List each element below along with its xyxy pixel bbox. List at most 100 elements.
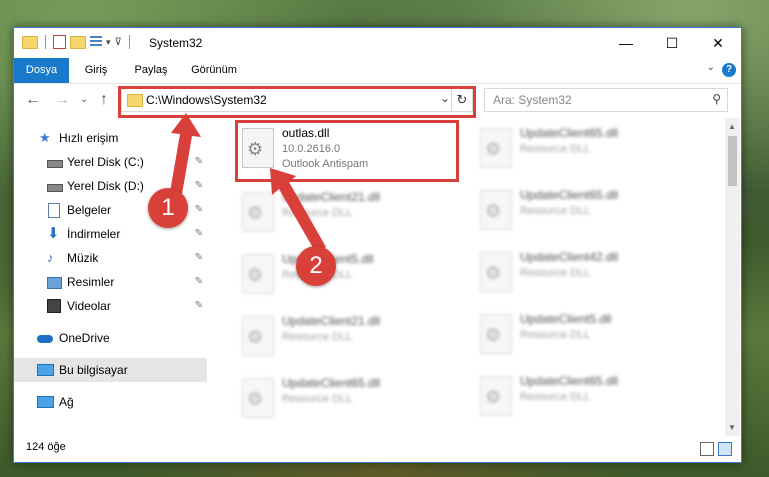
search-icon[interactable]: ⚲	[712, 92, 721, 106]
quick-access-toolbar: ▾ ⊽	[22, 35, 133, 49]
up-button[interactable]: ↑	[100, 91, 108, 109]
sidebar-item-disk-c[interactable]: Yerel Disk (C:) ✎	[14, 150, 207, 174]
file-tile[interactable]: ⚙ UpdateClient21.dll Resource DLL	[232, 184, 462, 244]
minimize-button[interactable]: —	[603, 28, 649, 58]
vertical-scrollbar[interactable]: ▲ ▼	[725, 118, 740, 436]
file-type: Resource DLL	[282, 207, 353, 219]
recent-locations-button[interactable]: ⌄	[80, 94, 88, 105]
sidebar-item-label: İndirmeler	[67, 227, 121, 241]
new-folder-icon[interactable]	[70, 35, 86, 49]
highlight-box-file	[235, 120, 459, 182]
file-type: Resource DLL	[520, 391, 591, 403]
file-tile[interactable]: ⚙ UpdateClient21.dll Resource DLL	[232, 308, 462, 368]
chevron-down-icon[interactable]: ▾	[106, 37, 111, 48]
scrollbar-thumb[interactable]	[728, 136, 737, 186]
toolbar-dropdown-icon[interactable]: ⊽	[115, 37, 122, 48]
sidebar-item-onedrive[interactable]: OneDrive	[14, 326, 207, 350]
file-name: UpdateClient21.dll	[282, 314, 381, 328]
drive-icon	[47, 184, 63, 192]
scroll-up-icon[interactable]: ▲	[728, 122, 736, 131]
sidebar-item-music[interactable]: ♪ Müzik ✎	[14, 246, 207, 270]
forward-button[interactable]: →	[54, 91, 70, 109]
sidebar-item-pictures[interactable]: Resimler ✎	[14, 270, 207, 294]
file-tile[interactable]: ⚙ UpdateClient5.dll Resource DLL	[470, 306, 700, 366]
properties-icon[interactable]	[53, 35, 66, 49]
tab-file[interactable]: Dosya	[14, 58, 69, 83]
dll-file-icon: ⚙	[242, 316, 274, 356]
sidebar-item-quick-access[interactable]: ★ Hızlı erişim	[14, 126, 207, 150]
sidebar-item-downloads[interactable]: ⬇ İndirmeler ✎	[14, 222, 207, 246]
sidebar-item-label: Ağ	[59, 395, 74, 409]
drive-icon	[47, 160, 63, 168]
window-title: System32	[149, 36, 203, 50]
dll-file-icon: ⚙	[480, 314, 512, 354]
pin-icon[interactable]: ✎	[195, 150, 203, 174]
item-count: 124 öğe	[26, 441, 66, 453]
sidebar-item-network[interactable]: Ağ	[14, 390, 207, 414]
file-tile[interactable]: ⚙ UpdateClient42.dll Resource DLL	[470, 244, 700, 304]
status-bar: 124 öğe	[14, 436, 741, 461]
gear-icon: ⚙	[247, 389, 264, 409]
scroll-down-icon[interactable]: ▼	[728, 423, 736, 432]
pin-icon[interactable]: ✎	[195, 294, 203, 318]
sidebar-item-this-pc[interactable]: Bu bilgisayar	[14, 358, 207, 382]
file-name: UpdateClient21.dll	[282, 190, 381, 204]
sidebar-item-label: Resimler	[67, 275, 115, 289]
file-type: Resource DLL	[282, 393, 353, 405]
sidebar-item-label: Videolar	[67, 299, 111, 313]
step-badge-1: 1	[148, 188, 188, 228]
toolbar-divider	[45, 35, 46, 49]
dll-file-icon: ⚙	[242, 378, 274, 418]
pin-icon[interactable]: ✎	[195, 270, 203, 294]
download-icon: ⬇	[47, 225, 60, 242]
file-tile[interactable]: ⚙ UpdateClient5.dll Resource DLL	[232, 246, 462, 306]
title-bar: ▾ ⊽ System32 — ☐ ✕	[14, 28, 741, 58]
maximize-button[interactable]: ☐	[649, 28, 695, 58]
file-name: UpdateClient5.dll	[520, 312, 612, 326]
pin-icon[interactable]: ✎	[195, 246, 203, 270]
videos-icon	[47, 299, 61, 313]
dll-file-icon: ⚙	[242, 192, 274, 232]
file-tile[interactable]: ⚙ UpdateClient65.dll Resource DLL	[470, 368, 700, 428]
file-name: UpdateClient42.dll	[520, 250, 619, 264]
pin-icon[interactable]: ✎	[195, 198, 203, 222]
sidebar-item-videos[interactable]: Videolar ✎	[14, 294, 207, 318]
help-icon[interactable]: ?	[722, 63, 736, 77]
sidebar-item-label: Müzik	[67, 251, 99, 265]
tab-home[interactable]: Giriş	[76, 58, 116, 83]
pictures-icon	[47, 277, 62, 289]
ribbon: Dosya Giriş Paylaş Görünüm ⌄ ?	[14, 58, 741, 84]
file-type: Resource DLL	[520, 143, 591, 155]
documents-icon	[48, 203, 60, 218]
navigation-pane: ★ Hızlı erişim Yerel Disk (C:) ✎ Yerel D…	[14, 118, 207, 436]
gear-icon: ⚙	[485, 387, 502, 407]
back-button[interactable]: ←	[25, 91, 41, 109]
dll-file-icon: ⚙	[480, 252, 512, 292]
sidebar-item-label: Belgeler	[67, 203, 112, 217]
file-name: UpdateClient65.dll	[520, 374, 619, 388]
details-view-icon[interactable]	[700, 442, 714, 456]
file-tile[interactable]: ⚙ UpdateClient65.dll Resource DLL	[470, 120, 700, 180]
ribbon-expand-icon[interactable]: ⌄	[707, 62, 715, 73]
file-tile[interactable]: ⚙ UpdateClient65.dll Resource DLL	[470, 182, 700, 242]
sidebar-item-label: Yerel Disk (D:)	[67, 179, 144, 193]
tab-view[interactable]: Görünüm	[184, 58, 244, 83]
file-tile[interactable]: ⚙ UpdateClient65.dll Resource DLL	[232, 370, 462, 430]
close-button[interactable]: ✕	[695, 28, 741, 58]
sidebar-item-label: OneDrive	[59, 331, 110, 345]
tab-share[interactable]: Paylaş	[126, 58, 176, 83]
tiles-view-icon[interactable]	[718, 442, 732, 456]
sidebar-item-label: Yerel Disk (C:)	[67, 155, 144, 169]
pin-icon[interactable]: ✎	[195, 174, 203, 198]
network-icon	[37, 396, 54, 408]
customize-icon[interactable]	[90, 36, 102, 48]
sidebar-item-label: Hızlı erişim	[59, 131, 119, 145]
pin-icon[interactable]: ✎	[195, 222, 203, 246]
search-box[interactable]: Ara: System32 ⚲	[484, 88, 728, 112]
gear-icon: ⚙	[485, 325, 502, 345]
file-type: Resource DLL	[520, 205, 591, 217]
gear-icon: ⚙	[247, 327, 264, 347]
folder-icon	[22, 35, 38, 49]
dll-file-icon: ⚙	[480, 128, 512, 168]
search-input[interactable]: Ara: System32	[493, 93, 572, 107]
